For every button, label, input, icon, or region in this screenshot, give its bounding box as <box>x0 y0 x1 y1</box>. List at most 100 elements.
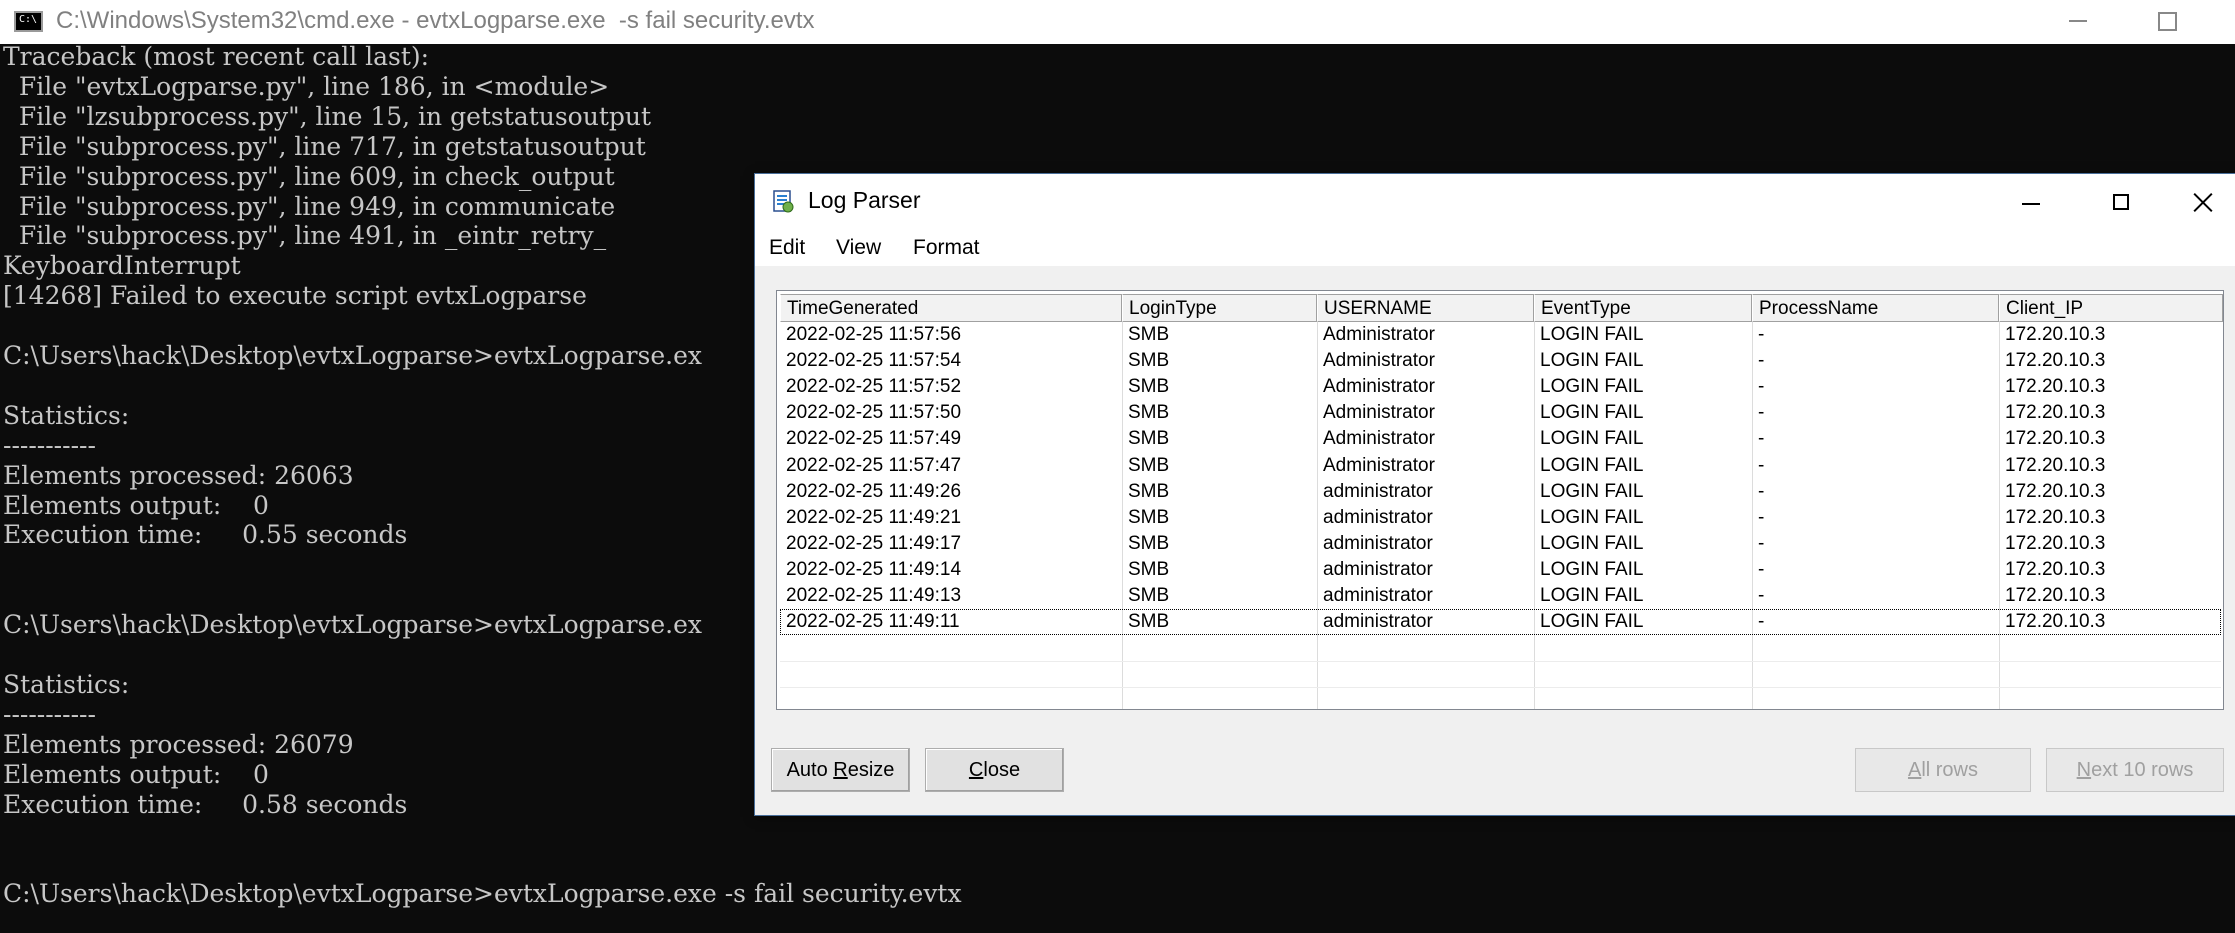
button-label-part: C <box>968 759 984 781</box>
column-header[interactable]: LoginType <box>1122 294 1317 322</box>
console-line: Execution time: 0.55 seconds <box>3 520 408 550</box>
cmd-window-title: C:\Windows\System32\cmd.exe - evtxLogpar… <box>56 7 815 34</box>
console-line: Traceback (most recent call last): <box>3 42 430 71</box>
table-cell: SMB <box>1128 558 1170 580</box>
table-row[interactable]: 2022-02-25 11:49:11 SMB administrator LOGIN… <box>780 609 2221 636</box>
table-cell: administrator <box>1323 558 1433 580</box>
table-cell: LOGIN FAIL <box>1540 558 1644 580</box>
table-cell: 172.20.10.3 <box>2005 402 2106 424</box>
table-cell: 2022-02-25 11:49:14 <box>786 558 962 580</box>
next-rows-button[interactable]: Next 10 rows <box>2046 748 2224 792</box>
table-cell: 172.20.10.3 <box>2005 376 2106 398</box>
button-label-part: ll rows <box>1921 759 1978 781</box>
console-line: File "subprocess.py", line 609, in check… <box>3 161 615 191</box>
table-cell: administrator <box>1323 585 1433 606</box>
table-cell: Administrator <box>1323 350 1435 372</box>
table-cell: SMB <box>1128 480 1170 502</box>
table-cell: 2022-02-25 11:57:47 <box>786 454 962 476</box>
table-cell: 2022-02-25 11:49:17 <box>786 532 962 554</box>
table-cell: - <box>1758 532 1765 554</box>
table-cell: LOGIN FAIL <box>1540 428 1644 450</box>
column-header[interactable]: Client_IP <box>1999 294 2223 322</box>
table-cell: SMB <box>1128 506 1170 528</box>
table-cell: Administrator <box>1323 376 1435 398</box>
table-cell: - <box>1758 558 1765 580</box>
menu-edit[interactable]: Edit <box>769 236 805 260</box>
table-cell: 172.20.10.3 <box>2005 454 2106 476</box>
table-cell: SMB <box>1128 532 1170 554</box>
table-cell: LOGIN FAIL <box>1540 454 1644 476</box>
console-line: [14268] Failed to execute script evtxLog… <box>3 281 587 311</box>
table-cell: - <box>1758 585 1765 606</box>
table-cell: 172.20.10.3 <box>2005 585 2106 606</box>
table-cell: SMB <box>1128 376 1170 398</box>
table-cell: 2022-02-25 11:49:11 <box>786 611 960 633</box>
table-cell: - <box>1758 480 1765 502</box>
table-cell: 2022-02-25 11:49:26 <box>786 480 962 502</box>
table-cell: 172.20.10.3 <box>2005 558 2106 580</box>
table-cell: LOGIN FAIL <box>1540 506 1644 528</box>
table-cell: LOGIN FAIL <box>1540 532 1644 554</box>
table-cell: 172.20.10.3 <box>2005 532 2106 554</box>
console-line: Statistics: <box>3 669 130 699</box>
table-cell: - <box>1758 350 1765 372</box>
log-parser-window: Log Parser Edit View Format TimeGenerate… <box>755 174 2235 815</box>
cmd-titlebar[interactable]: C:\ C:\Windows\System32\cmd.exe - evtxLo… <box>0 0 2235 44</box>
log-parser-titlebar[interactable]: Log Parser <box>755 174 2235 230</box>
table-cell: Administrator <box>1323 324 1435 345</box>
log-parser-close-icon[interactable] <box>2171 174 2235 230</box>
close-button[interactable]: Close <box>925 748 1064 792</box>
table-cell: 172.20.10.3 <box>2005 480 2106 502</box>
table-cell: administrator <box>1323 480 1433 502</box>
table-cell: 2022-02-25 11:49:13 <box>786 585 962 606</box>
console-line: File "evtxLogparse.py", line 186, in <mo… <box>3 71 610 101</box>
button-label-part: A <box>1907 759 1922 781</box>
console-icon: C:\ <box>14 11 43 32</box>
console-line: ----------- <box>3 430 96 460</box>
auto-resize-button[interactable]: Auto Resize <box>771 748 910 792</box>
table-cell: Administrator <box>1323 428 1435 450</box>
table-cell: LOGIN FAIL <box>1540 376 1644 398</box>
log-parser-maximize-button[interactable] <box>2090 174 2154 230</box>
menu-format[interactable]: Format <box>913 236 980 260</box>
table-cell: 2022-02-25 11:57:50 <box>786 402 962 424</box>
table-cell: LOGIN FAIL <box>1540 585 1644 606</box>
log-parser-minimize-button[interactable] <box>2000 174 2064 230</box>
table-cell: administrator <box>1323 532 1433 554</box>
table-cell: SMB <box>1128 611 1170 633</box>
console-line: Execution time: 0.58 seconds <box>3 789 408 819</box>
button-label-part: N <box>2076 759 2092 781</box>
all-rows-button[interactable]: All rows <box>1855 748 2031 792</box>
column-header[interactable]: ProcessName <box>1752 294 1999 322</box>
table-cell: - <box>1758 324 1765 345</box>
console-line: KeyboardInterrupt <box>3 251 241 281</box>
table-cell: SMB <box>1128 402 1170 424</box>
table-cell: 2022-02-25 11:57:56 <box>786 324 962 345</box>
table-cell: LOGIN FAIL <box>1540 324 1644 345</box>
console-line: C:\Users\hack\Desktop\evtxLogparse>evtxL… <box>3 341 702 370</box>
console-line: File "subprocess.py", line 949, in commu… <box>3 191 616 221</box>
table-cell: SMB <box>1128 454 1170 476</box>
table-cell: 172.20.10.3 <box>2005 350 2106 372</box>
table-cell: SMB <box>1128 428 1170 450</box>
console-line: File "subprocess.py", line 717, in getst… <box>3 131 646 161</box>
table-cell: - <box>1758 611 1765 633</box>
table-cell: administrator <box>1323 611 1433 633</box>
console-line: Elements processed: 26079 <box>3 729 354 759</box>
menu-view[interactable]: View <box>836 236 881 260</box>
table-cell: LOGIN FAIL <box>1540 402 1644 424</box>
column-header[interactable]: USERNAME <box>1317 294 1534 322</box>
table-cell: - <box>1758 402 1765 424</box>
cmd-maximize-button[interactable] <box>2133 0 2195 44</box>
table-cell: LOGIN FAIL <box>1540 350 1644 372</box>
column-header[interactable]: TimeGenerated <box>780 294 1122 322</box>
results-grid[interactable]: TimeGenerated LoginType USERNAME EventType P… <box>776 290 2224 710</box>
table-cell: SMB <box>1128 585 1170 606</box>
button-label-part: R <box>833 759 848 781</box>
button-label-part: esize <box>847 759 895 781</box>
column-header[interactable]: EventType <box>1534 294 1752 322</box>
table-cell: - <box>1758 376 1765 398</box>
button-label-part: Auto <box>786 759 834 781</box>
menu-bar: Edit View Format <box>755 230 2235 266</box>
cmd-minimize-button[interactable] <box>2045 0 2107 44</box>
